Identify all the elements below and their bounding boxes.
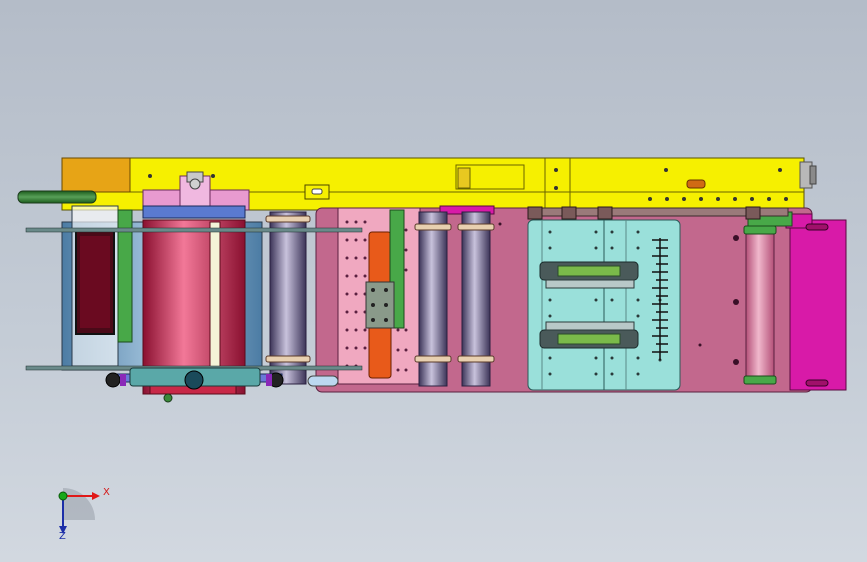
bottom-wheel-assembly [105,367,284,390]
x-axis-label: X [103,487,110,498]
cad-model-viewport[interactable]: X Z [0,0,867,562]
cyan-pin [307,375,339,387]
idler-roller-1 [265,211,311,385]
left-green-rod [17,190,97,204]
upper-slide-platform [539,261,639,289]
orange-end-block [61,157,131,193]
lower-slide-platform [539,321,639,349]
idler-roller-2 [414,211,452,387]
z-axis-label: Z [59,531,66,542]
upper-side-plate [25,227,363,233]
magenta-end-plate [785,213,847,391]
coordinate-triad [58,488,100,534]
cad-assembly-drawing [17,157,847,534]
gray-clamp-block [365,281,395,329]
idler-roller-3 [457,211,495,387]
